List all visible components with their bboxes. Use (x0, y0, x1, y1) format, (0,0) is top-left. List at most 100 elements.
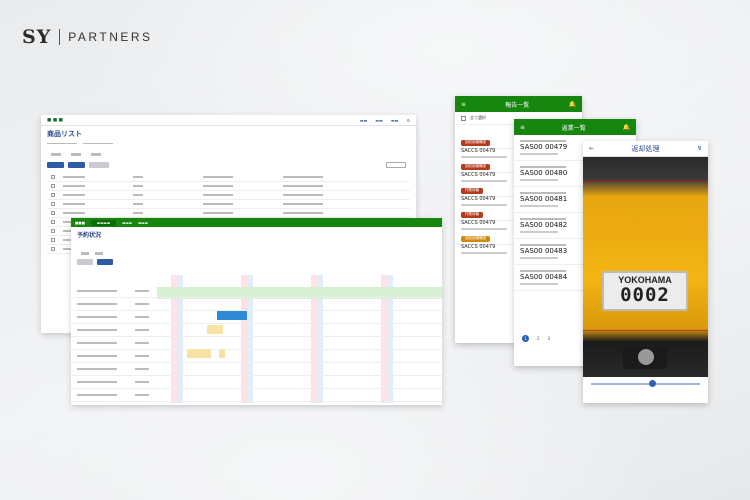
bell-icon[interactable]: 🔔 (569, 101, 576, 108)
primary-button[interactable] (47, 162, 64, 168)
cell-placeholder (133, 176, 143, 178)
gantt-row[interactable] (71, 365, 442, 376)
tab-bar (51, 153, 101, 156)
status-badge: 作業待機 (461, 187, 483, 194)
zoom-slider-knob[interactable] (649, 380, 656, 387)
primary-button[interactable] (68, 162, 85, 168)
table-row[interactable] (47, 200, 410, 209)
page-title: 予約状況 (77, 232, 102, 239)
row-checkbox[interactable] (51, 220, 55, 224)
row-checkbox[interactable] (51, 211, 55, 215)
table-row[interactable] (47, 209, 410, 218)
table-row[interactable] (47, 182, 410, 191)
gantt-row[interactable] (71, 326, 442, 337)
gantt-row[interactable] (71, 300, 442, 311)
secondary-button[interactable] (77, 259, 93, 265)
nav-link[interactable]: ▬▬▬ (122, 221, 132, 225)
row-label-placeholder (77, 303, 117, 305)
cell-placeholder (283, 185, 323, 187)
gantt-row[interactable] (71, 287, 442, 298)
page-number[interactable]: 1 (522, 335, 529, 342)
cell-placeholder (203, 194, 233, 196)
gantt-row[interactable] (71, 339, 442, 350)
gantt-row[interactable] (71, 313, 442, 324)
cell-placeholder (63, 185, 85, 187)
row-label-placeholder (135, 342, 149, 344)
row-checkbox[interactable] (51, 247, 55, 251)
row-checkbox[interactable] (51, 202, 55, 206)
row-checkbox[interactable] (51, 238, 55, 242)
bell-icon[interactable]: 🔔 (623, 124, 630, 131)
cell-placeholder (283, 203, 323, 205)
detail-placeholder (520, 153, 558, 155)
detail-placeholder (520, 270, 566, 272)
row-checkbox[interactable] (51, 229, 55, 233)
view-tabs (81, 252, 103, 255)
active-tab[interactable]: ▬▬▬▬ (90, 219, 117, 226)
table-row[interactable] (47, 173, 410, 182)
row-checkbox[interactable] (51, 184, 55, 188)
status-badge: 回収依頼確認 (461, 235, 490, 242)
cell-placeholder (203, 212, 233, 214)
detail-placeholder (520, 179, 558, 181)
row-label-placeholder (135, 394, 149, 396)
filter-select[interactable] (47, 139, 77, 144)
pagination: 1 2 3 (522, 335, 550, 342)
reservation-bar[interactable] (207, 325, 223, 334)
tab[interactable] (71, 153, 81, 156)
nav-link[interactable]: ▬▬ (391, 118, 399, 123)
tab[interactable] (51, 153, 61, 156)
row-label-placeholder (135, 368, 149, 370)
tab[interactable] (95, 252, 103, 255)
row-label-placeholder (135, 316, 149, 318)
cell-placeholder (203, 185, 233, 187)
filter-bar (47, 139, 113, 144)
detail-placeholder (520, 244, 566, 246)
detail-placeholder (520, 192, 566, 194)
detail-placeholder (520, 257, 558, 259)
tab[interactable] (81, 252, 89, 255)
cell-placeholder (283, 212, 323, 214)
status-badge: 回収依頼確認 (461, 163, 490, 170)
reservation-bar[interactable] (217, 311, 247, 320)
cell-placeholder (63, 176, 85, 178)
vehicle-light (638, 349, 654, 365)
row-checkbox[interactable] (51, 175, 55, 179)
cell-placeholder (133, 203, 143, 205)
row-label-placeholder (77, 394, 117, 396)
detail-placeholder (520, 205, 558, 207)
zoom-slider[interactable] (591, 380, 700, 387)
select-all-label: 全て選択 (470, 115, 486, 120)
row-label-placeholder (77, 342, 117, 344)
flash-icon[interactable]: ↯ (697, 145, 702, 152)
filter-select[interactable] (83, 139, 113, 144)
page-number[interactable]: 2 (537, 336, 540, 341)
row-label-placeholder (135, 355, 149, 357)
gantt-row[interactable] (71, 352, 442, 363)
gantt-row[interactable] (71, 378, 442, 389)
license-plate: YOKOHAMA 0002 (602, 271, 688, 311)
gantt-row[interactable] (71, 391, 442, 402)
row-checkbox[interactable] (51, 193, 55, 197)
cell-placeholder (203, 176, 233, 178)
nav-link[interactable]: ▬▬ (360, 118, 368, 123)
reservation-bar[interactable] (219, 349, 225, 358)
cell-placeholder (133, 185, 143, 187)
checkbox[interactable] (461, 115, 466, 121)
export-button[interactable] (386, 162, 406, 168)
page-number[interactable]: 3 (548, 336, 551, 341)
primary-button[interactable] (97, 259, 113, 265)
disabled-button[interactable] (89, 162, 109, 168)
logo-mark: SY (22, 26, 52, 48)
screen-title: 返却処理 (631, 144, 660, 153)
detail-placeholder (461, 252, 507, 254)
settings-icon[interactable]: ⚙ (406, 118, 410, 123)
nav-link[interactable]: ▬▬▬ (138, 221, 148, 225)
reservation-bar[interactable] (187, 349, 211, 358)
status-badge: 回収依頼確認 (461, 139, 490, 146)
nav-link[interactable]: ▬▬ (375, 118, 383, 123)
reservation-gantt (71, 275, 442, 403)
tab[interactable] (91, 153, 101, 156)
detail-placeholder (520, 166, 566, 168)
table-row[interactable] (47, 191, 410, 200)
